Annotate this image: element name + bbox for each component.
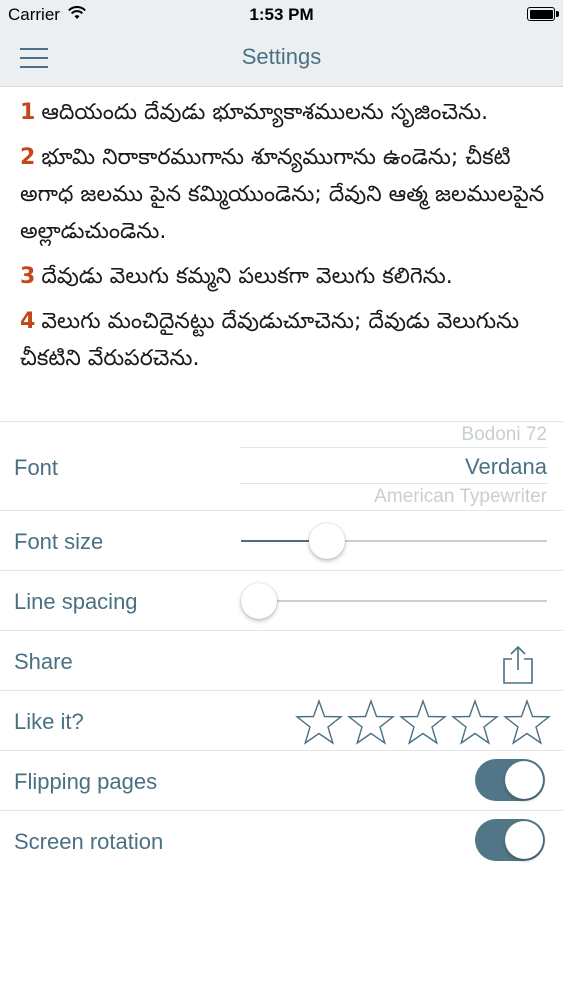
line-spacing-row: Line spacing	[0, 570, 563, 631]
share-row[interactable]: Share	[0, 630, 563, 691]
like-row: Like it?	[0, 690, 563, 751]
line-spacing-label: Line spacing	[14, 589, 138, 614]
font-size-row: Font size	[0, 510, 563, 571]
verse: 1 ఆదియందు దేవుడు భూమ్యాకాశములను సృజించెను…	[0, 88, 563, 131]
star-icon[interactable]	[399, 699, 447, 745]
star-icon[interactable]	[295, 699, 343, 745]
status-bar: Carrier 1:53 PM	[0, 0, 563, 30]
verse-number: 1	[20, 100, 36, 125]
verse: 3 దేవుడు వెలుగు కమ్మని పలుకగా వెలుగు కలిగ…	[0, 258, 563, 295]
toggle-knob	[505, 761, 543, 799]
status-time: 1:53 PM	[249, 5, 314, 24]
picker-divider	[240, 483, 547, 484]
verse-text: భూమి నిరాకారముగాను శూన్యముగాను ఉండెను; చ…	[20, 145, 545, 244]
font-row: Font Bodoni 72 Verdana American Typewrit…	[0, 421, 563, 511]
font-option-selected[interactable]: Verdana	[240, 454, 547, 480]
flipping-pages-label: Flipping pages	[14, 769, 158, 794]
slider-track	[241, 600, 547, 602]
battery-level	[529, 9, 553, 19]
star-rating[interactable]	[291, 699, 551, 749]
font-option[interactable]: American Typewriter	[240, 486, 547, 508]
star-icon[interactable]	[503, 699, 551, 745]
screen-rotation-label: Screen rotation	[14, 829, 164, 854]
font-size-slider[interactable]	[241, 521, 547, 561]
battery-icon	[527, 7, 559, 21]
line-spacing-slider[interactable]	[241, 581, 547, 621]
star-icon[interactable]	[347, 699, 395, 745]
verse-number: 4	[20, 309, 36, 334]
flipping-pages-toggle[interactable]	[475, 759, 545, 801]
picker-divider	[240, 447, 547, 448]
font-picker[interactable]: Bodoni 72 Verdana American Typewriter	[240, 422, 547, 511]
verse-text: దేవుడు వెలుగు కమ్మని పలుకగా వెలుగు కలిగె…	[41, 264, 453, 289]
verse: 4 వెలుగు మంచిదైనట్టు దేవుడుచూచెను; దేవుడు…	[0, 303, 563, 377]
verse-text: వెలుగు మంచిదైనట్టు దేవుడుచూచెను; దేవుడు …	[20, 309, 520, 371]
navigation-bar: Settings	[0, 30, 563, 87]
slider-thumb[interactable]	[308, 523, 345, 559]
share-label: Share	[14, 649, 73, 674]
font-size-label: Font size	[14, 529, 104, 554]
font-option[interactable]: Bodoni 72	[240, 424, 547, 446]
slider-thumb[interactable]	[241, 583, 277, 619]
toggle-knob	[505, 821, 543, 859]
share-icon[interactable]	[501, 645, 535, 685]
star-icon[interactable]	[451, 699, 499, 745]
page-title: Settings	[241, 44, 322, 69]
text-preview: 1 ఆదియందు దేవుడు భూమ్యాకాశములను సృజించెను…	[0, 88, 563, 421]
like-label: Like it?	[14, 709, 84, 734]
flipping-pages-row: Flipping pages	[0, 750, 563, 811]
font-label: Font	[14, 455, 59, 480]
screen-rotation-toggle[interactable]	[475, 819, 545, 861]
verse-number: 3	[20, 264, 36, 289]
verse: 2 భూమి నిరాకారముగాను శూన్యముగాను ఉండెను; …	[0, 139, 563, 250]
screen-rotation-row: Screen rotation	[0, 810, 563, 871]
verse-number: 2	[20, 145, 36, 170]
verse-text: ఆదియందు దేవుడు భూమ్యాకాశములను సృజించెను.	[41, 100, 489, 125]
